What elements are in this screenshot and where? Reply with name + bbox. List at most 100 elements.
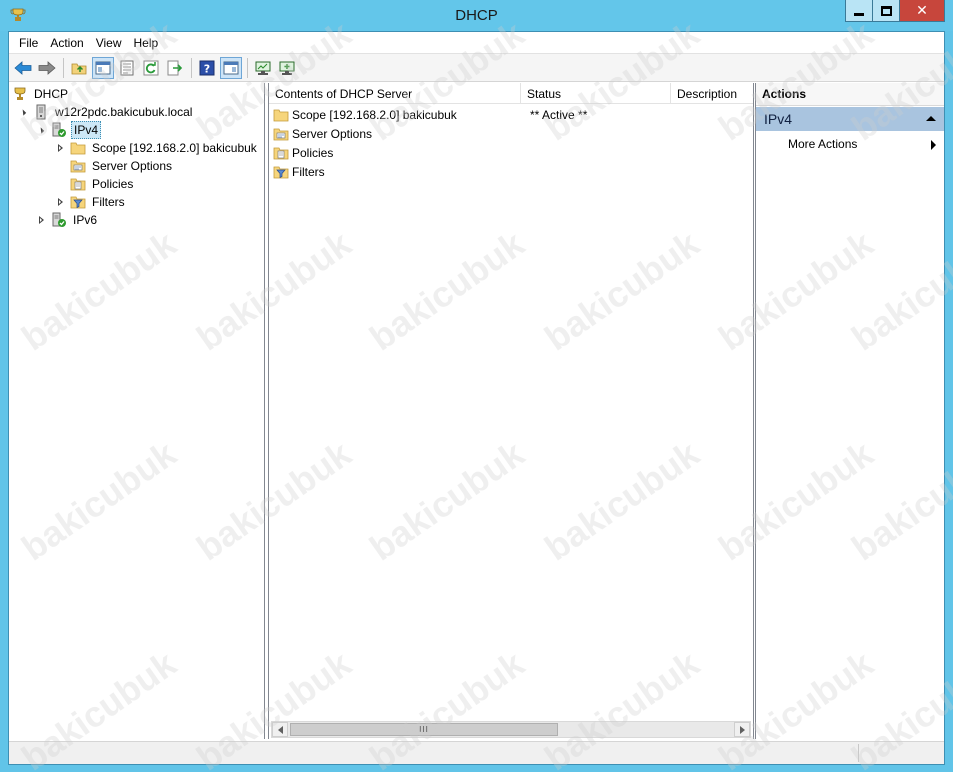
submenu-arrow-icon bbox=[931, 140, 936, 150]
tree-node-filters[interactable]: Filters bbox=[54, 193, 127, 211]
tree-label-scope: Scope [192.168.2.0] bakicubuk bbox=[92, 141, 257, 155]
tree-node-server-options[interactable]: Server Options bbox=[70, 157, 174, 175]
refresh-button[interactable] bbox=[140, 57, 162, 79]
tree-label-policies: Policies bbox=[92, 177, 134, 191]
help-icon: ? bbox=[199, 60, 215, 75]
toolbar: ? bbox=[9, 53, 944, 82]
add-server-icon bbox=[279, 61, 295, 75]
expand-toggle[interactable] bbox=[35, 214, 47, 226]
close-icon: ✕ bbox=[916, 2, 928, 19]
scroll-left-icon bbox=[277, 725, 283, 734]
properties-icon bbox=[120, 60, 134, 75]
back-button[interactable] bbox=[12, 57, 34, 79]
up-one-level-button[interactable] bbox=[68, 57, 90, 79]
scroll-thumb[interactable]: III bbox=[290, 723, 558, 736]
folder-icon bbox=[70, 140, 86, 156]
tree-node-policies[interactable]: Policies bbox=[70, 175, 135, 193]
collapsed-icon bbox=[57, 144, 63, 152]
collapsed-icon bbox=[38, 216, 44, 224]
status-divider bbox=[858, 744, 859, 762]
up-folder-icon bbox=[71, 63, 87, 74]
tree-label-server-options: Server Options bbox=[92, 159, 173, 173]
ipv6-server-check-icon bbox=[51, 212, 67, 228]
list-item-scope[interactable]: Scope [192.168.2.0] bakicubuk ** Active … bbox=[273, 105, 587, 124]
tree-label-filters: Filters bbox=[92, 195, 125, 209]
column-header-description[interactable]: Description bbox=[671, 83, 753, 104]
menu-file[interactable]: File bbox=[13, 36, 44, 50]
window-title: DHCP bbox=[455, 7, 498, 24]
toolbar-separator bbox=[247, 57, 248, 78]
collapse-toggle[interactable] bbox=[35, 124, 47, 136]
list-item-label: Server Options bbox=[292, 126, 373, 141]
console-tree: DHCP w12r2pdc.bakicubuk.local IPv4 Scope… bbox=[9, 83, 265, 739]
expanded-icon bbox=[37, 126, 45, 134]
tree-node-dhcp[interactable]: DHCP bbox=[12, 85, 70, 103]
collapse-toggle[interactable] bbox=[17, 106, 29, 118]
show-hide-action-pane-icon bbox=[223, 61, 239, 74]
minimize-button[interactable] bbox=[845, 0, 872, 22]
horizontal-scrollbar[interactable]: III bbox=[271, 721, 751, 738]
tree-label-dhcp: DHCP bbox=[34, 87, 69, 101]
server-options-icon bbox=[273, 126, 289, 142]
expand-toggle[interactable] bbox=[54, 142, 66, 154]
list-item-filters[interactable]: Filters bbox=[273, 162, 325, 181]
server-statistics-button[interactable] bbox=[252, 57, 274, 79]
expand-toggle[interactable] bbox=[54, 196, 66, 208]
menu-bar: File Action View Help bbox=[9, 32, 944, 53]
show-hide-console-tree-button[interactable] bbox=[92, 56, 114, 79]
more-actions-link[interactable]: More Actions bbox=[788, 137, 857, 151]
expanded-icon bbox=[19, 108, 27, 116]
actions-title: Actions bbox=[756, 83, 944, 106]
policies-icon bbox=[273, 145, 289, 161]
help-button[interactable]: ? bbox=[196, 57, 218, 79]
forward-button[interactable] bbox=[36, 57, 58, 79]
tree-node-scope[interactable]: Scope [192.168.2.0] bakicubuk bbox=[54, 139, 259, 157]
policies-icon bbox=[70, 176, 86, 192]
tree-label-server: w12r2pdc.bakicubuk.local bbox=[55, 105, 193, 119]
filters-icon bbox=[273, 164, 289, 180]
folder-icon bbox=[273, 107, 289, 123]
scroll-left-button[interactable] bbox=[272, 722, 288, 737]
scroll-right-button[interactable] bbox=[734, 722, 750, 737]
back-arrow-icon bbox=[14, 60, 32, 75]
actions-group-ipv4[interactable]: IPv4 bbox=[756, 107, 944, 131]
list-item-status: ** Active ** bbox=[530, 107, 588, 122]
server-icon bbox=[33, 104, 49, 120]
tree-label-ipv6: IPv6 bbox=[73, 213, 98, 227]
collapse-icon[interactable] bbox=[926, 116, 936, 121]
close-button[interactable]: ✕ bbox=[899, 0, 945, 22]
filters-icon bbox=[70, 194, 86, 210]
results-pane: Contents of DHCP Server Status Descripti… bbox=[268, 83, 754, 739]
svg-text:?: ? bbox=[204, 62, 210, 75]
column-header-contents[interactable]: Contents of DHCP Server bbox=[269, 83, 521, 104]
list-item-label: Policies bbox=[292, 145, 334, 160]
export-list-button[interactable] bbox=[164, 57, 186, 79]
properties-button[interactable] bbox=[116, 57, 138, 79]
title-bar: DHCP ✕ bbox=[0, 0, 953, 31]
tree-node-ipv6[interactable]: IPv6 bbox=[35, 211, 99, 229]
tree-node-server[interactable]: w12r2pdc.bakicubuk.local bbox=[17, 103, 194, 121]
list-item-policies[interactable]: Policies bbox=[273, 143, 333, 162]
window-controls: ✕ bbox=[845, 0, 945, 22]
toolbar-separator bbox=[63, 57, 64, 78]
server-options-icon bbox=[70, 158, 86, 174]
actions-group-label: IPv4 bbox=[764, 111, 793, 127]
tree-label-ipv4: IPv4 bbox=[71, 121, 102, 139]
add-server-button[interactable] bbox=[276, 57, 298, 79]
list-item-label: Filters bbox=[292, 164, 325, 179]
maximize-button[interactable] bbox=[872, 0, 899, 22]
dhcp-trophy-icon bbox=[12, 86, 28, 102]
collapsed-icon bbox=[57, 198, 63, 206]
list-header: Contents of DHCP Server Status Descripti… bbox=[269, 83, 753, 104]
refresh-icon bbox=[143, 60, 159, 75]
column-header-status[interactable]: Status bbox=[521, 83, 671, 104]
server-statistics-icon bbox=[255, 61, 271, 75]
menu-action[interactable]: Action bbox=[44, 36, 89, 50]
tree-node-ipv4[interactable]: IPv4 bbox=[35, 121, 102, 139]
show-hide-tree-icon bbox=[95, 61, 111, 74]
menu-view[interactable]: View bbox=[90, 36, 128, 50]
menu-help[interactable]: Help bbox=[128, 36, 165, 50]
show-hide-action-pane-button[interactable] bbox=[220, 56, 242, 79]
list-item-server-options[interactable]: Server Options bbox=[273, 124, 372, 143]
status-bar bbox=[9, 741, 944, 764]
